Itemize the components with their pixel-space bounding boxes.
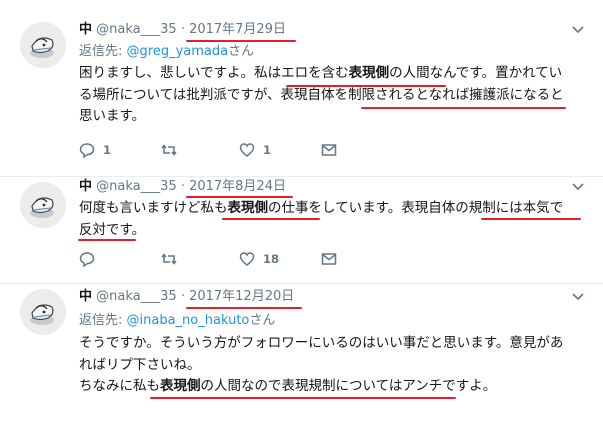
tweet-text-line: 反対です。 xyxy=(79,220,589,242)
tweet-header: 中 @naka___35 · 2017年7月29日 xyxy=(79,21,286,38)
tweet-actions: 1 1 xyxy=(79,141,379,159)
chevron-down-icon[interactable] xyxy=(571,22,585,36)
retweet-icon[interactable] xyxy=(161,251,177,267)
tweet-text-line: ればリプ下さいね。 xyxy=(79,356,201,373)
tweet-text-line: 思います。 xyxy=(79,106,589,128)
tweet-text-line: る場所については批判派ですが、表現自体を制限されるとなれば擁護派になると xyxy=(79,85,589,107)
tweet-2[interactable]: 中 @naka___35 · 2017年8月24日 何度も言いますけど私も表現側… xyxy=(0,177,603,283)
tweet-text-line: 何度も言いますけど私も表現側の仕事をしています。表現自体の規制には本気で xyxy=(79,198,589,220)
text-span: エロを含む xyxy=(281,65,349,81)
display-name[interactable]: 中 xyxy=(79,289,92,304)
separator: · xyxy=(180,289,190,304)
reply-suffix: さん xyxy=(249,313,276,328)
message-action[interactable] xyxy=(321,250,337,268)
retweet-action[interactable] xyxy=(161,250,177,268)
reply-context: 返信先: @greg_yamadaさん xyxy=(79,43,254,60)
retweet-action[interactable] xyxy=(161,141,177,159)
tweet-text: 困りますし、悲しいですよ。私はエロを含む表現側の人間なんです。置かれてい る場所… xyxy=(79,63,589,128)
like-icon[interactable] xyxy=(239,142,255,158)
user-handle[interactable]: @naka___35 xyxy=(96,179,177,194)
chevron-down-icon[interactable] xyxy=(571,289,585,303)
text-span: 表現側 xyxy=(227,200,269,216)
text-span: 表現側 xyxy=(160,378,201,394)
text-span: 表現側 xyxy=(348,65,390,81)
reply-to-link[interactable]: @inaba_no_hakuto xyxy=(127,313,250,328)
separator: · xyxy=(180,22,190,37)
highlight-underline xyxy=(222,218,320,220)
message-action[interactable] xyxy=(321,141,337,159)
tweet-text: そうですか。そういう方がフォロワーにいるのはいい事だと思います。意見があ ればリ… xyxy=(79,333,589,398)
tweet-header: 中 @naka___35 · 2017年12月20日 xyxy=(79,288,294,305)
tweet-text-line: ちなみに私も表現側の人間なので表現規制についてはアンチですよ。 xyxy=(79,376,589,398)
reply-icon[interactable] xyxy=(79,142,95,158)
reply-prefix: 返信先: xyxy=(79,44,127,59)
user-handle[interactable]: @naka___35 xyxy=(96,289,177,304)
like-icon[interactable] xyxy=(239,251,255,267)
text-span: をしています。表現自体の xyxy=(308,200,469,216)
chevron-down-icon[interactable] xyxy=(571,179,585,193)
tweet-header: 中 @naka___35 · 2017年8月24日 xyxy=(79,178,286,195)
text-span: 困りますし、悲しいですよ。私は xyxy=(79,65,282,81)
reply-suffix: さん xyxy=(228,44,255,59)
tweet-date[interactable]: 2017年8月24日 xyxy=(189,179,286,194)
like-action[interactable]: 18 xyxy=(239,250,279,268)
text-span: 。 xyxy=(131,221,146,238)
like-action[interactable]: 1 xyxy=(239,141,271,159)
highlight-underline xyxy=(186,307,302,309)
reply-count: 1 xyxy=(103,143,112,157)
message-icon[interactable] xyxy=(321,142,337,158)
highlight-underline xyxy=(186,40,296,42)
message-icon[interactable] xyxy=(321,251,337,267)
tweet-date[interactable]: 2017年7月29日 xyxy=(189,22,286,37)
reply-action[interactable] xyxy=(79,250,103,268)
avatar[interactable] xyxy=(20,289,66,335)
tweet-actions: 18 xyxy=(79,250,379,268)
retweet-icon[interactable] xyxy=(161,142,177,158)
like-count: 1 xyxy=(263,143,272,157)
tweet-3[interactable]: 中 @naka___35 · 2017年12月20日 返信先: @inaba_n… xyxy=(0,284,603,429)
reply-context: 返信先: @inaba_no_hakutoさん xyxy=(79,312,275,329)
text-span: の人間なので表現規制についてはアンチですよ。 xyxy=(200,378,497,394)
highlight-underline xyxy=(186,196,293,198)
highlight-underline xyxy=(78,239,136,241)
separator: · xyxy=(180,179,190,194)
text-span: の人間なんです。置かれてい xyxy=(389,65,563,81)
avatar[interactable] xyxy=(20,22,66,68)
text-span: ちなみに私も xyxy=(79,378,160,394)
reply-icon[interactable] xyxy=(79,251,95,267)
reply-prefix: 返信先: xyxy=(79,313,127,328)
text-span: と xyxy=(550,86,564,103)
tweet-1[interactable]: 中 @naka___35 · 2017年7月29日 返信先: @greg_yam… xyxy=(0,0,603,176)
like-count: 18 xyxy=(263,252,280,266)
highlight-underline xyxy=(481,218,581,220)
text-span: 思います。 xyxy=(79,108,146,124)
text-span: 反対です xyxy=(79,221,132,238)
text-span: 何度も言いますけど私も xyxy=(79,200,228,216)
tweet-text-line: 困りますし、悲しいですよ。私はエロを含む表現側の人間なんです。置かれてい xyxy=(79,63,589,85)
tweet-date[interactable]: 2017年12月20日 xyxy=(189,289,294,304)
text-span: の仕事 xyxy=(268,200,309,216)
display-name[interactable]: 中 xyxy=(79,179,92,194)
text-span: る場所については批判派ですが、表現自体を xyxy=(79,86,349,103)
text-span: 制限されるとなれば擁護派になる xyxy=(348,86,551,103)
highlight-underline xyxy=(286,85,446,87)
user-handle[interactable]: @naka___35 xyxy=(96,22,177,37)
display-name[interactable]: 中 xyxy=(79,22,92,37)
text-span: 規制には本気で xyxy=(468,200,564,216)
highlight-underline xyxy=(361,107,566,109)
avatar[interactable] xyxy=(20,182,66,228)
reply-to-link[interactable]: @greg_yamada xyxy=(127,44,229,59)
highlight-underline xyxy=(150,397,456,399)
reply-action[interactable]: 1 xyxy=(79,141,111,159)
tweet-text-line: そうですか。そういう方がフォロワーにいるのはいい事だと思います。意見があ xyxy=(79,335,564,351)
